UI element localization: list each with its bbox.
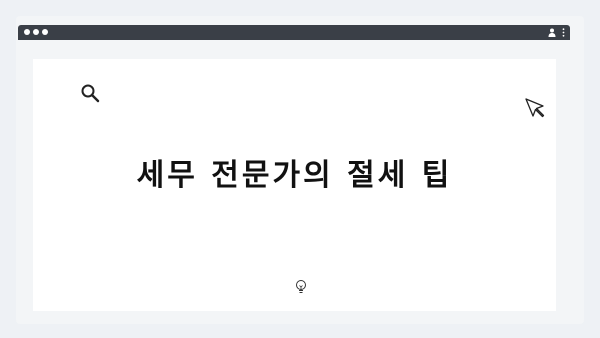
lightbulb-icon [296, 280, 306, 293]
minimize-button[interactable] [33, 29, 39, 35]
search-icon[interactable] [80, 83, 102, 105]
kebab-menu-icon[interactable] [562, 28, 565, 37]
cursor-icon [525, 98, 545, 118]
maximize-button[interactable] [42, 29, 48, 35]
traffic-lights [24, 29, 48, 35]
user-icon[interactable] [548, 28, 556, 37]
close-button[interactable] [24, 29, 30, 35]
page-title: 세무 전문가의 절세 팁 [136, 158, 453, 193]
browser-titlebar [18, 25, 570, 40]
browser-viewport: 세무 전문가의 절세 팁 [33, 59, 556, 311]
